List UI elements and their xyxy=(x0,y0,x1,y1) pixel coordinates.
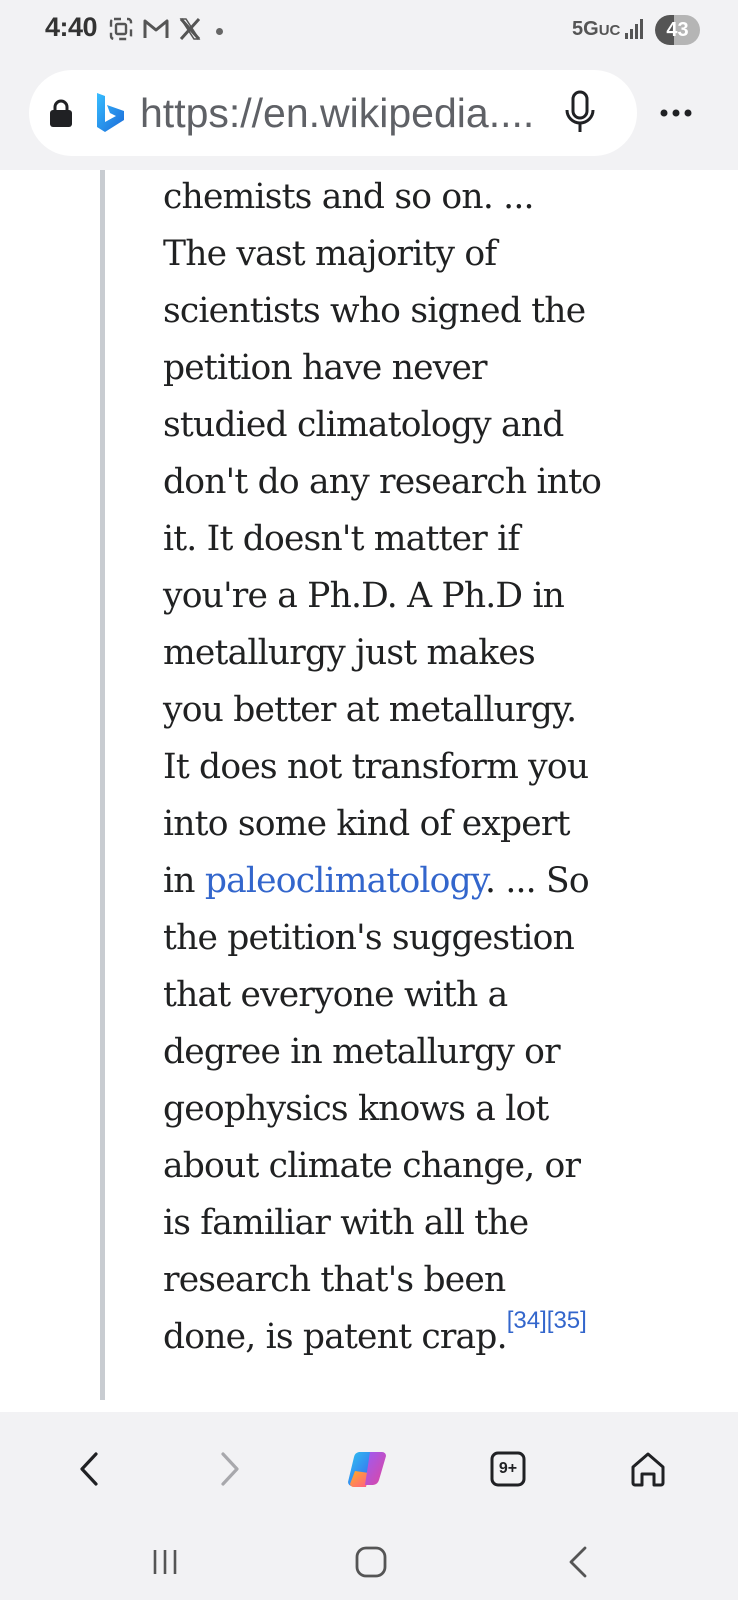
screenshot-icon xyxy=(108,16,134,47)
home-icon xyxy=(355,1546,387,1578)
quote-text-part-2: . ... So the petition's suggestion that … xyxy=(163,861,590,1357)
tabs-button[interactable]: 9+ xyxy=(483,1444,533,1494)
reference-35-link[interactable]: [35] xyxy=(547,1307,587,1334)
blockquote-rule xyxy=(100,170,105,1400)
notification-icons xyxy=(108,16,223,47)
status-time: 4:40 xyxy=(45,12,98,42)
status-bar: 4:40 5GUC 43 xyxy=(0,0,738,62)
back-icon xyxy=(80,1452,98,1486)
microphone-icon[interactable] xyxy=(562,90,598,139)
home-icon xyxy=(631,1452,665,1487)
more-icon xyxy=(660,109,692,117)
quote-text-part-1: chemists and so on. ... The vast majorit… xyxy=(163,177,602,901)
dot-icon xyxy=(216,28,223,35)
browser-bottom-bar: 9+ xyxy=(0,1412,738,1530)
system-back-button[interactable] xyxy=(553,1542,603,1582)
more-button[interactable] xyxy=(656,98,696,128)
blockquote-text: chemists and so on. ... The vast majorit… xyxy=(163,170,603,1366)
signal-icon xyxy=(624,18,646,45)
back-icon xyxy=(569,1546,587,1578)
battery-level: 43 xyxy=(666,19,689,41)
url-text[interactable]: https://en.wikipedia.... xyxy=(140,90,580,137)
gmail-icon xyxy=(142,17,170,46)
copilot-icon xyxy=(348,1452,386,1488)
system-home-button[interactable] xyxy=(346,1542,396,1582)
paleoclimatology-link[interactable]: paleoclimatology xyxy=(205,861,486,901)
reference-34-link[interactable]: [34] xyxy=(507,1307,547,1334)
forward-icon xyxy=(221,1452,239,1486)
forward-button[interactable] xyxy=(205,1444,255,1494)
copilot-button[interactable] xyxy=(343,1444,393,1494)
lock-icon[interactable] xyxy=(49,98,73,133)
recents-button[interactable] xyxy=(140,1542,190,1582)
system-navigation-bar xyxy=(0,1530,738,1600)
home-button[interactable] xyxy=(623,1444,673,1494)
battery-icon: 43 xyxy=(655,15,700,45)
browser-toolbar: https://en.wikipedia.... xyxy=(0,62,738,170)
x-icon xyxy=(178,17,202,46)
tabs-count: 9+ xyxy=(498,1460,518,1477)
address-bar[interactable]: https://en.wikipedia.... xyxy=(29,70,637,156)
article-content: chemists and so on. ... The vast majorit… xyxy=(0,170,738,1412)
bing-icon xyxy=(95,92,127,139)
recents-icon xyxy=(153,1550,177,1574)
network-indicator: 5GUC xyxy=(572,18,621,40)
back-button[interactable] xyxy=(64,1444,114,1494)
